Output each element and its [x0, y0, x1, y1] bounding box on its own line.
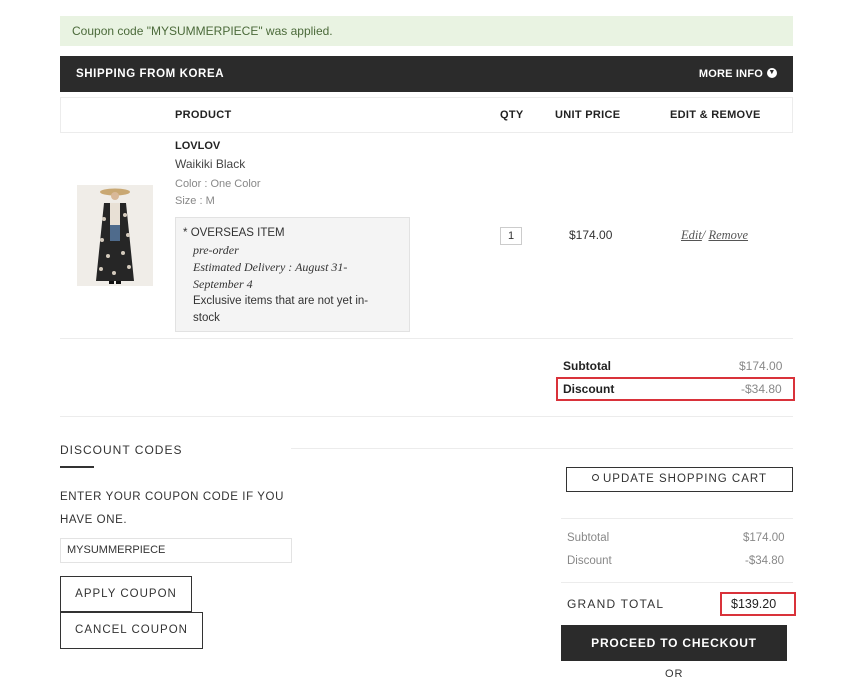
cart-table-header: PRODUCT QTY UNIT PRICE EDIT & REMOVE [60, 97, 793, 133]
more-info-label: MORE INFO [698, 68, 763, 80]
grand-total-label: GRAND TOTAL [567, 597, 665, 611]
column-product: PRODUCT [175, 109, 232, 121]
remove-link[interactable]: Remove [708, 228, 748, 242]
product-thumbnail[interactable] [77, 185, 153, 286]
update-cart-label: UPDATE SHOPPING CART [603, 473, 767, 485]
asterisk-marker: * [183, 227, 188, 239]
shipping-title: SHIPPING FROM KOREA [76, 68, 225, 80]
quantity-input[interactable]: 1 [500, 227, 522, 245]
summary-discount-value: -$34.80 [745, 555, 785, 567]
cart-subtotal-value: $174.00 [739, 359, 783, 373]
column-edit-remove: EDIT & REMOVE [670, 109, 761, 121]
grand-total-value: $139.20 [731, 597, 777, 611]
preorder-label: pre-order [193, 243, 239, 257]
cart-discount-value: -$34.80 [741, 382, 782, 396]
refresh-icon [592, 474, 599, 481]
cart-item-row: LOVLOV Waikiki Black Color : One Color S… [60, 133, 793, 339]
model-image-icon [77, 185, 153, 286]
product-name[interactable]: Waikiki Black [175, 157, 245, 171]
edit-remove-links: Edit/ Remove [681, 228, 748, 243]
column-qty: QTY [500, 109, 524, 121]
chevron-down-icon: ▼ [767, 68, 777, 79]
delivery-line-2: September 4 [193, 277, 253, 291]
column-unit-price: UNIT PRICE [555, 109, 621, 121]
summary-divider [561, 518, 793, 519]
cancel-coupon-button[interactable]: CANCEL COUPON [60, 612, 203, 649]
coupon-code-input[interactable]: MYSUMMERPIECE [60, 538, 292, 563]
summary-subtotal-value: $174.00 [743, 532, 785, 544]
overseas-item-box: * OVERSEAS ITEM pre-order Estimated Deli… [175, 217, 410, 332]
delivery-line-1: Estimated Delivery : August 31- [193, 260, 348, 274]
overseas-heading: OVERSEAS ITEM [190, 227, 285, 239]
section-divider [291, 448, 793, 449]
cart-subtotal-label: Subtotal [563, 359, 611, 373]
product-size: Size : M [175, 195, 215, 207]
apply-coupon-button[interactable]: APPLY COUPON [60, 576, 192, 612]
unit-price: $174.00 [569, 228, 613, 242]
update-cart-button[interactable]: UPDATE SHOPPING CART [566, 467, 793, 492]
product-brand[interactable]: LOVLOV [175, 140, 220, 152]
title-underline [60, 466, 94, 468]
shipping-header: SHIPPING FROM KOREA MORE INFO ▼ [60, 56, 793, 92]
summary-discount-label: Discount [567, 555, 612, 567]
proceed-to-checkout-button[interactable]: PROCEED TO CHECKOUT [561, 625, 787, 661]
coupon-hint: ENTER YOUR COUPON CODE IF YOU HAVE ONE. [60, 486, 300, 532]
summary-divider [561, 582, 793, 583]
exclusive-line-1: Exclusive items that are not yet in- [193, 295, 369, 307]
edit-link[interactable]: Edit [681, 228, 702, 242]
coupon-hint-line-2: HAVE ONE. [60, 514, 128, 526]
coupon-hint-line-1: ENTER YOUR COUPON CODE IF YOU [60, 491, 285, 503]
cart-discount-label: Discount [563, 382, 615, 396]
section-divider [60, 416, 793, 417]
or-separator: OR [665, 668, 684, 680]
discount-codes-title: DISCOUNT CODES [60, 443, 183, 457]
product-color: Color : One Color [175, 178, 261, 190]
link-separator: / [701, 228, 706, 242]
exclusive-line-2: stock [193, 312, 220, 324]
coupon-applied-notice: Coupon code "MYSUMMERPIECE" was applied. [60, 16, 793, 46]
summary-subtotal-label: Subtotal [567, 532, 610, 544]
more-info-link[interactable]: MORE INFO ▼ [699, 56, 777, 92]
